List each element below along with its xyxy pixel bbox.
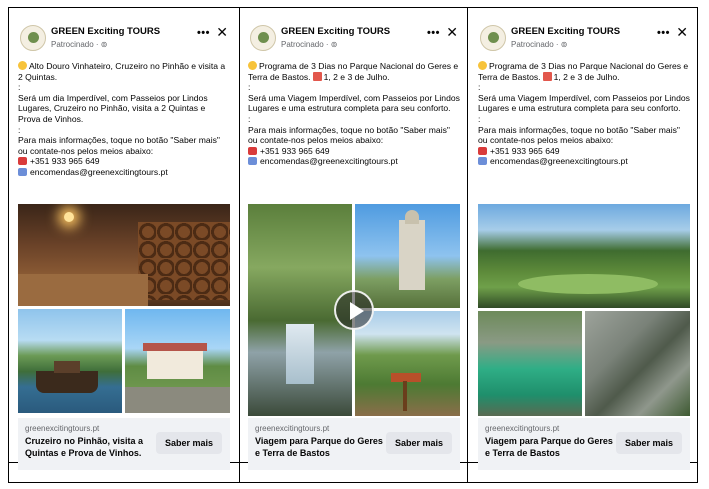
table-border	[8, 7, 698, 483]
